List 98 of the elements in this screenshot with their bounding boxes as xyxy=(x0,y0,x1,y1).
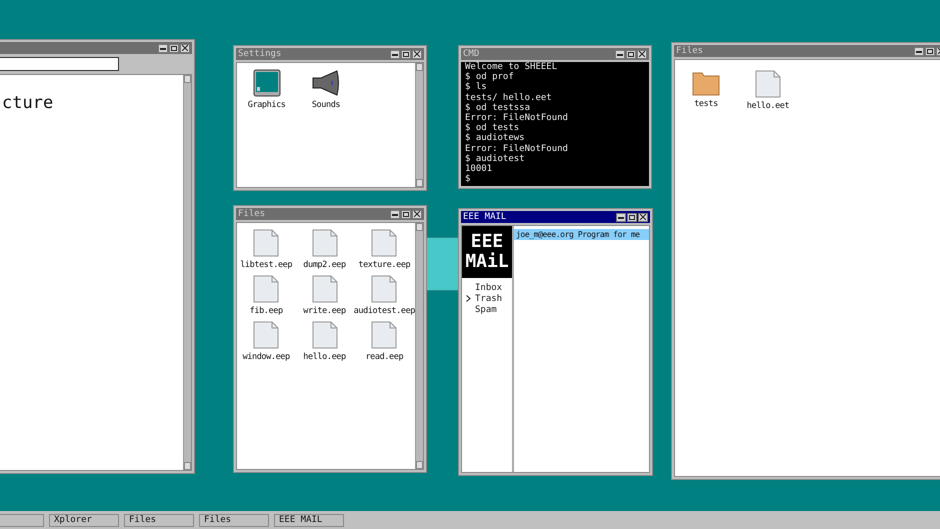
mail-folder[interactable]: Inbox xyxy=(475,282,502,292)
file-label[interactable]: window.eep xyxy=(242,352,290,362)
minimize-button[interactable] xyxy=(616,212,626,222)
document-icon xyxy=(755,70,781,98)
close-icon xyxy=(414,51,420,57)
terminal-line: Error: FileNotFound xyxy=(465,113,569,124)
taskbar-button[interactable]: EEE MAIL xyxy=(274,514,344,526)
maximize-icon xyxy=(403,212,409,216)
mail-message[interactable]: joe_m@eee.org Program for me xyxy=(514,229,649,240)
close-button[interactable] xyxy=(637,50,647,58)
terminal-line: $ xyxy=(465,174,472,184)
document-icon xyxy=(371,275,398,303)
maximize-icon xyxy=(171,46,177,50)
file-label[interactable]: write.eep xyxy=(303,306,346,316)
folder-icon xyxy=(692,70,720,96)
file-label[interactable]: hello.eet xyxy=(746,101,790,111)
taskbar-button[interactable]: Files xyxy=(124,514,194,526)
document-icon xyxy=(253,321,280,349)
scrollbar[interactable] xyxy=(183,75,191,470)
taskbar-button[interactable]: Files xyxy=(199,514,269,526)
close-button[interactable] xyxy=(412,210,422,218)
scroll-up-button[interactable] xyxy=(416,63,423,71)
terminal-line: $ od tests xyxy=(465,123,520,134)
maximize-button[interactable] xyxy=(169,44,179,52)
terminal-line: Welcome to SHEEEL xyxy=(465,62,558,72)
file-label[interactable]: dump2.eep xyxy=(303,260,346,270)
terminal-line: $ audiotews xyxy=(465,133,526,144)
minimize-icon xyxy=(618,214,624,220)
scrollbar[interactable] xyxy=(415,63,423,187)
file-label[interactable]: Graphics xyxy=(248,100,286,110)
document-icon xyxy=(312,321,338,349)
maximize-button[interactable] xyxy=(627,212,637,222)
logo-text: EEE xyxy=(470,232,504,252)
maximize-icon xyxy=(927,48,933,54)
close-icon xyxy=(182,45,188,51)
maximize-icon xyxy=(403,52,409,56)
close-button[interactable] xyxy=(180,44,190,52)
terminal-line: $ od prof xyxy=(465,72,515,82)
scroll-up-button[interactable] xyxy=(184,75,191,83)
file-label[interactable]: hello.eep xyxy=(303,352,346,362)
minimize-icon xyxy=(916,48,922,54)
maximize-button[interactable] xyxy=(401,210,411,218)
terminal-line: Error: FileNotFound xyxy=(465,144,569,154)
maximize-button[interactable] xyxy=(626,50,636,58)
minimize-icon xyxy=(392,52,398,56)
terminal-line: $ od testssa xyxy=(465,102,532,113)
minimize-icon xyxy=(392,212,398,216)
window-title: Files xyxy=(676,45,704,57)
window-title: Files xyxy=(238,208,266,220)
maximize-icon xyxy=(628,52,634,56)
minimize-button[interactable] xyxy=(390,210,400,218)
mail-folder[interactable]: Trash xyxy=(475,294,502,304)
minimize-button[interactable] xyxy=(158,44,168,52)
document-icon xyxy=(371,229,398,257)
maximize-button[interactable] xyxy=(925,46,935,56)
mail-folder[interactable]: Spam xyxy=(475,304,497,314)
taskbar-button[interactable]: Xplorer xyxy=(49,514,119,526)
close-button[interactable] xyxy=(638,212,648,222)
scroll-down-button[interactable] xyxy=(416,461,423,469)
logo-text: MAiL xyxy=(465,252,509,272)
minimize-button[interactable] xyxy=(914,46,924,56)
maximize-button[interactable] xyxy=(401,50,411,58)
window-title: CMD xyxy=(463,48,480,60)
terminal-line: $ audiotest xyxy=(465,154,526,164)
scroll-up-button[interactable] xyxy=(416,223,423,231)
file-label[interactable]: audiotest.eep xyxy=(354,306,415,316)
file-label[interactable]: fib.eep xyxy=(250,306,283,316)
terminal-line: $ ls xyxy=(465,82,488,93)
scrollbar[interactable] xyxy=(415,223,423,469)
page-text: cture xyxy=(1,92,54,113)
window-fragment xyxy=(426,237,459,291)
document-icon xyxy=(371,321,398,349)
scroll-down-button[interactable] xyxy=(184,462,191,470)
close-icon xyxy=(414,211,420,217)
document-icon xyxy=(253,229,280,257)
minimize-button[interactable] xyxy=(390,50,400,58)
minimize-button[interactable] xyxy=(615,50,625,58)
document-icon xyxy=(312,275,338,303)
document-icon xyxy=(253,275,280,303)
monitor-icon xyxy=(252,69,281,97)
close-button[interactable] xyxy=(412,50,422,58)
file-label[interactable]: libtest.eep xyxy=(240,260,292,270)
terminal-line: tests/ hello.eet xyxy=(465,92,553,103)
close-icon xyxy=(640,214,646,220)
file-label[interactable]: Sounds xyxy=(312,100,340,110)
speaker-icon xyxy=(310,69,341,97)
maximize-icon xyxy=(629,214,635,220)
file-label[interactable]: read.eep xyxy=(365,352,404,362)
close-icon xyxy=(639,51,645,57)
file-label[interactable]: tests xyxy=(694,99,718,109)
minimize-icon xyxy=(617,52,623,56)
scroll-down-button[interactable] xyxy=(416,179,423,187)
terminal-line: 10001 xyxy=(465,164,494,174)
file-label[interactable]: texture.eep xyxy=(358,260,410,270)
window-title: Settings xyxy=(238,48,282,60)
minimize-icon xyxy=(160,46,166,50)
document-icon xyxy=(312,229,338,257)
window-title: EEE MAIL xyxy=(463,211,506,223)
